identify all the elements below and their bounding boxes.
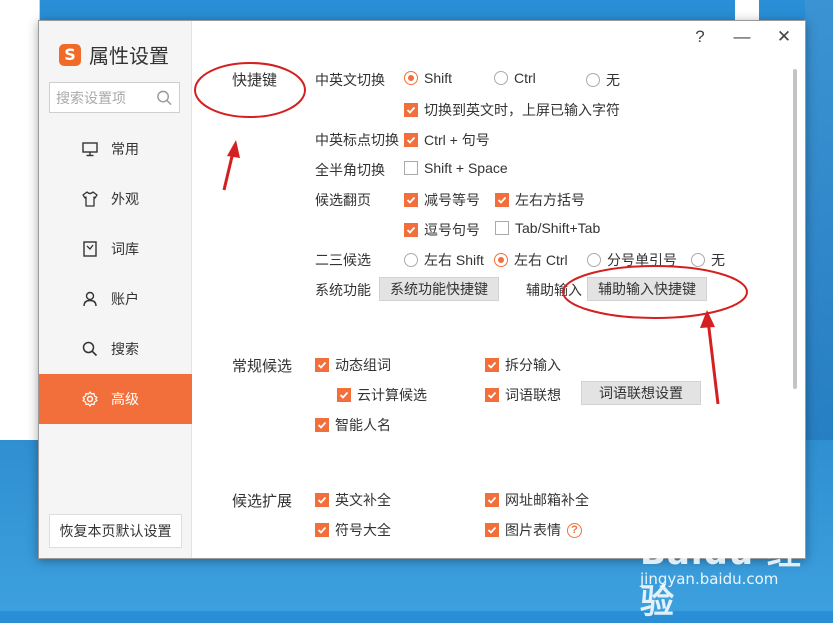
checkbox-indicator[interactable] — [404, 223, 418, 237]
book-icon — [83, 241, 97, 257]
url-email-complete-checkbox[interactable]: 网址邮箱补全 — [485, 490, 589, 510]
radio-indicator[interactable] — [404, 253, 418, 267]
sidebar-item-advanced[interactable]: 高级 — [39, 374, 192, 424]
sidebar-item-label: 外观 — [111, 191, 139, 207]
brackets-checkbox[interactable]: 左右方括号 — [495, 190, 585, 210]
search-input[interactable] — [56, 89, 156, 106]
gear-icon — [82, 391, 98, 407]
section-title-shortcuts: 快捷键 — [232, 72, 278, 89]
sidebar-item-label: 账户 — [111, 291, 139, 307]
aux-input-shortcut-button[interactable]: 辅助输入快捷键 — [587, 277, 707, 301]
minus-equal-checkbox[interactable]: 减号等号 — [404, 190, 480, 210]
ctrl-period-checkbox[interactable]: Ctrl + 句号 — [404, 130, 490, 150]
checkbox-indicator[interactable] — [485, 493, 499, 507]
tab-checkbox[interactable]: Tab/Shift+Tab — [495, 220, 600, 236]
system-function-label: 系统功能 — [315, 282, 371, 298]
image-emoji-checkbox[interactable]: 图片表情 ? — [485, 520, 582, 540]
radio-indicator[interactable] — [494, 71, 508, 85]
checkbox-indicator[interactable] — [485, 388, 499, 402]
help-icon[interactable]: ? — [567, 522, 582, 538]
radio-indicator[interactable] — [691, 253, 705, 267]
checkbox-indicator[interactable] — [315, 418, 329, 432]
checkbox-indicator[interactable] — [404, 193, 418, 207]
monitor-icon — [82, 142, 98, 157]
cloud-candidate-checkbox[interactable]: 云计算候选 — [337, 385, 427, 405]
sidebar-item-search[interactable]: 搜索 — [39, 324, 192, 374]
radio-ctrl[interactable]: Ctrl — [494, 70, 536, 86]
user-icon — [83, 291, 97, 307]
half-full-label: 全半角切换 — [315, 162, 385, 178]
sidebar: S 属性设置 常用 外观 — [39, 21, 192, 558]
sidebar-item-label: 常用 — [111, 141, 139, 157]
settings-search[interactable] — [49, 82, 180, 113]
smart-name-checkbox[interactable]: 智能人名 — [315, 415, 391, 435]
scrollbar[interactable] — [793, 69, 797, 389]
dynamic-phrase-checkbox[interactable]: 动态组词 — [315, 355, 391, 375]
settings-dialog: S 属性设置 常用 外观 — [38, 20, 806, 559]
checkbox-indicator[interactable] — [495, 221, 509, 235]
radio-none-23[interactable]: 无 — [691, 250, 725, 270]
radio-indicator[interactable] — [587, 253, 601, 267]
sidebar-item-account[interactable]: 账户 — [39, 274, 192, 324]
system-shortcut-button[interactable]: 系统功能快捷键 — [379, 277, 499, 301]
radio-shift[interactable]: Shift — [404, 70, 452, 86]
checkbox-indicator[interactable] — [495, 193, 509, 207]
checkbox-indicator[interactable] — [315, 493, 329, 507]
paging-label: 候选翻页 — [315, 192, 371, 208]
checkbox-indicator[interactable] — [315, 358, 329, 372]
sidebar-item-common[interactable]: 常用 — [39, 124, 192, 174]
punct-switch-label: 中英标点切换 — [315, 132, 399, 148]
app-header: S 属性设置 — [59, 40, 169, 69]
cn-en-switch-label: 中英文切换 — [315, 72, 385, 88]
word-association-settings-button[interactable]: 词语联想设置 — [581, 381, 701, 405]
word-association-checkbox[interactable]: 词语联想 — [485, 385, 561, 405]
desktop-background — [805, 0, 833, 440]
sidebar-item-label: 词库 — [111, 241, 139, 257]
checkbox-indicator[interactable] — [315, 523, 329, 537]
checkbox-indicator[interactable] — [485, 523, 499, 537]
radio-semicolon-quote[interactable]: 分号单引号 — [587, 250, 677, 270]
section-title-general-candidates: 常规候选 — [232, 358, 293, 375]
search-icon — [82, 341, 98, 357]
radio-indicator[interactable] — [586, 73, 600, 87]
sidebar-item-label: 高级 — [111, 391, 139, 407]
second-third-label: 二三候选 — [315, 252, 371, 268]
radio-lr-shift[interactable]: 左右 Shift — [404, 250, 484, 270]
checkbox-indicator[interactable] — [337, 388, 351, 402]
sidebar-nav: 常用 外观 词库 账户 搜索 高级 — [39, 124, 192, 424]
settings-content: 快捷键 中英文切换 Shift Ctrl 无 切换到英文时，上屏已输入字符 中英… — [192, 21, 805, 558]
sogou-logo-icon: S — [59, 43, 81, 66]
comma-period-checkbox[interactable]: 逗号句号 — [404, 220, 480, 240]
english-complete-checkbox[interactable]: 英文补全 — [315, 490, 391, 510]
background-window — [0, 0, 40, 440]
watermark-url: jingyan.baidu.com — [640, 570, 779, 588]
shift-space-checkbox[interactable]: Shift + Space — [404, 160, 508, 176]
checkbox-indicator[interactable] — [485, 358, 499, 372]
watermark: Baidu 经验 jingyan.baidu.com — [640, 525, 820, 622]
commit-on-switch-checkbox[interactable]: 切换到英文时，上屏已输入字符 — [404, 100, 620, 120]
radio-lr-ctrl[interactable]: 左右 Ctrl — [494, 250, 568, 270]
aux-input-label: 辅助输入 — [526, 282, 582, 298]
checkbox-indicator[interactable] — [404, 133, 418, 147]
sidebar-item-label: 搜索 — [111, 341, 139, 357]
radio-indicator[interactable] — [494, 253, 508, 267]
split-input-checkbox[interactable]: 拆分输入 — [485, 355, 561, 375]
search-icon[interactable] — [156, 89, 173, 107]
symbols-checkbox[interactable]: 符号大全 — [315, 520, 391, 540]
restore-defaults-button[interactable]: 恢复本页默认设置 — [49, 514, 182, 548]
shirt-icon — [82, 191, 98, 207]
checkbox-indicator[interactable] — [404, 161, 418, 175]
sidebar-item-lexicon[interactable]: 词库 — [39, 224, 192, 274]
sidebar-item-appearance[interactable]: 外观 — [39, 174, 192, 224]
app-title: 属性设置 — [89, 46, 169, 68]
checkbox-indicator[interactable] — [404, 103, 418, 117]
radio-indicator[interactable] — [404, 71, 418, 85]
section-title-candidate-ext: 候选扩展 — [232, 493, 293, 510]
radio-none[interactable]: 无 — [586, 70, 620, 90]
